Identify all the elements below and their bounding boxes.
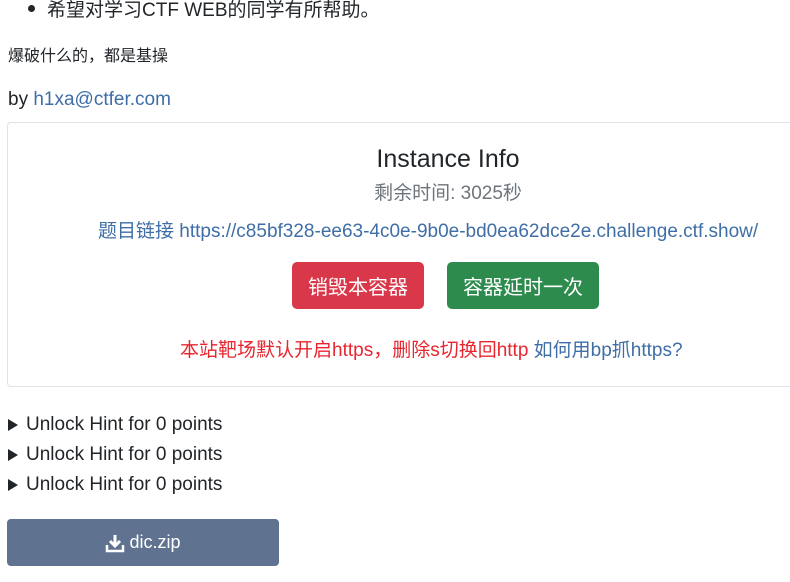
instance-info-card: Instance Info 剩余时间: 3025秒 题目链接 https://c… [7,122,790,387]
hint-toggle[interactable]: Unlock Hint for 0 points [8,442,222,468]
disclosure-triangle-icon [8,449,18,461]
https-warning-text: 本站靶场默认开启https，删除s切换回http [180,340,529,361]
download-icon [106,534,125,552]
challenge-page: 希望对学习CTF WEB的同学有所帮助。 爆破什么的，都是基操 by h1xa@… [0,0,790,582]
instance-title: Instance Info [376,145,520,173]
extend-container-button[interactable]: 容器延时一次 [447,262,599,309]
challenge-description: 爆破什么的，都是基操 [8,48,169,65]
intro-bullet-text: 希望对学习CTF WEB的同学有所帮助。 [47,0,380,21]
challenge-link-label: 题目链接 [98,221,180,242]
author-prefix: by [8,89,34,110]
intro-bullet: 希望对学习CTF WEB的同学有所帮助。 [28,0,380,22]
hint-label: Unlock Hint for 0 points [26,474,223,495]
hint-label: Unlock Hint for 0 points [26,444,223,465]
challenge-link-row: 题目链接 https://c85bf328-ee63-4c0e-9b0e-bd0… [98,216,758,243]
remaining-time: 剩余时间: 3025秒 [374,183,522,204]
bullet-dot-icon [28,4,35,12]
destroy-container-button[interactable]: 销毁本容器 [292,262,424,309]
challenge-link[interactable]: https://c85bf328-ee63-4c0e-9b0e-bd0ea62d… [179,221,758,242]
download-file-button[interactable]: dic.zip [7,519,279,566]
disclosure-triangle-icon [8,419,18,431]
author-email-link[interactable]: h1xa@ctfer.com [33,89,171,110]
author-line: by h1xa@ctfer.com [8,89,171,111]
https-notice: 本站靶场默认开启https，删除s切换回http 如何用bp抓https? [180,335,683,362]
hint-label: Unlock Hint for 0 points [26,414,223,435]
hint-toggle[interactable]: Unlock Hint for 0 points [8,412,222,438]
disclosure-triangle-icon [8,479,18,491]
hint-toggle[interactable]: Unlock Hint for 0 points [8,472,222,498]
download-file-label: dic.zip [129,532,181,552]
https-help-link[interactable]: 如何用bp抓https? [534,340,683,361]
